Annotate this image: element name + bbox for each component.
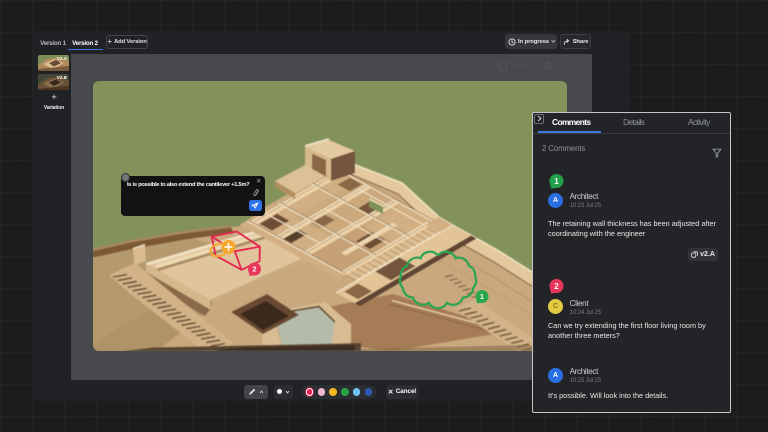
svg-text:2: 2	[253, 267, 257, 274]
svg-text:1: 1	[480, 294, 484, 301]
svg-text:2: 2	[554, 281, 559, 290]
svg-text:1: 1	[554, 177, 559, 186]
